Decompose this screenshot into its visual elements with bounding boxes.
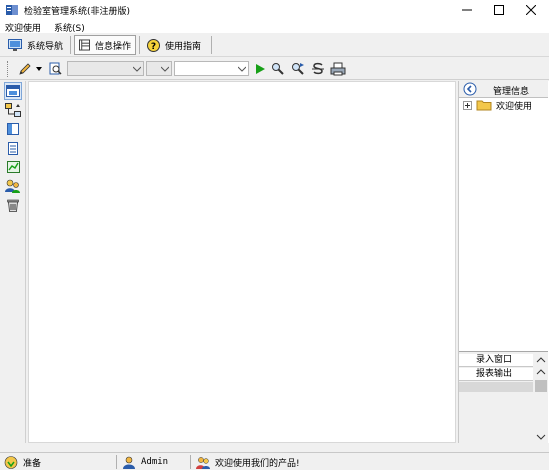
chevron-down-icon (238, 66, 246, 72)
chevron-up-icon[interactable] (534, 367, 548, 377)
tree-item-label: 欢迎使用 (496, 102, 533, 112)
chevron-up-icon[interactable] (534, 355, 548, 365)
panel-icon[interactable] (5, 121, 21, 137)
tab-label: 信息操作 (94, 41, 131, 52)
scrollbar[interactable] (534, 352, 548, 444)
user-icon (123, 456, 135, 469)
scroll-thumb[interactable] (535, 380, 547, 392)
chart-icon[interactable] (5, 159, 21, 175)
find-icon[interactable] (270, 61, 286, 77)
tab-system-navigation[interactable]: 系统导航 (4, 35, 67, 55)
trash-icon[interactable] (5, 197, 21, 213)
panel-title: 管理信息 (493, 87, 530, 97)
close-button[interactable] (516, 0, 546, 20)
toolbar-grip[interactable] (7, 61, 9, 77)
list-selection-bar (459, 382, 533, 392)
main-workspace[interactable] (28, 81, 456, 443)
tab-info-operation[interactable]: 信息操作 (74, 35, 136, 55)
collapse-panel-icon[interactable] (463, 82, 477, 96)
panel-shortcut-list: 录入窗口 报表输出 (459, 351, 548, 444)
status-ready: 准备 (4, 455, 41, 469)
title-bar: 检验室管理系统(非注册版) (0, 0, 549, 20)
find-next-icon[interactable] (290, 61, 306, 77)
diagram-icon[interactable] (5, 102, 21, 118)
divider (70, 36, 71, 54)
status-bar: 准备 Admin 欢迎使用我们的产品! (0, 452, 549, 470)
replace-icon[interactable] (310, 61, 326, 77)
divider (139, 36, 140, 54)
chevron-down-icon (133, 66, 141, 72)
toolbar-combo-3[interactable] (174, 61, 249, 76)
maximize-button[interactable] (484, 0, 514, 20)
toolbar-combo-2[interactable] (146, 61, 172, 76)
svg-text:?: ? (151, 42, 156, 52)
tab-user-guide[interactable]: ? 使用指南 (143, 35, 205, 55)
toolbar (0, 58, 549, 80)
status-message-text: 欢迎使用我们的产品! (215, 458, 300, 469)
window-title: 检验室管理系统(非注册版) (24, 7, 131, 17)
form-icon (79, 39, 90, 51)
status-message: 欢迎使用我们的产品! (196, 455, 300, 469)
expand-icon[interactable] (463, 101, 472, 110)
tab-label: 使用指南 (165, 41, 202, 52)
help-icon: ? (147, 38, 160, 52)
left-icon-strip (0, 81, 26, 443)
chevron-down-icon (161, 66, 169, 72)
maximize-icon (494, 5, 504, 15)
tab-label: 系统导航 (27, 41, 64, 52)
users-icon (196, 456, 210, 469)
panel-header: 管理信息 (459, 81, 548, 98)
dropdown-arrow-icon[interactable] (34, 61, 44, 77)
list-item-report-output[interactable]: 报表输出 (459, 368, 533, 381)
window-icon[interactable] (4, 82, 22, 100)
status-user: Admin (122, 455, 168, 469)
close-icon (526, 5, 536, 15)
minimize-button[interactable] (452, 0, 482, 20)
app-logo-icon (5, 3, 19, 17)
toolbar-combo-1[interactable] (67, 61, 144, 76)
divider (116, 455, 117, 469)
list-item-entry-window[interactable]: 录入窗口 (459, 354, 533, 367)
document-icon[interactable] (5, 140, 21, 156)
print-icon[interactable] (330, 61, 346, 77)
status-username: Admin (141, 457, 169, 467)
status-text: 准备 (23, 458, 42, 469)
ready-status-icon (4, 455, 18, 469)
monitor-icon (8, 39, 22, 51)
run-icon[interactable] (252, 61, 268, 77)
minimize-icon (462, 9, 472, 11)
chevron-down-icon[interactable] (534, 432, 548, 442)
nav-tab-bar: 系统导航 信息操作 ? 使用指南 (0, 33, 549, 57)
pencil-icon[interactable] (17, 61, 33, 77)
right-panel: 管理信息 欢迎使用 录入窗口 报表输出 (458, 81, 549, 444)
tree-item-welcome[interactable]: 欢迎使用 (463, 99, 532, 112)
folder-icon (476, 100, 492, 111)
divider (190, 455, 191, 469)
divider (211, 36, 212, 54)
users-icon[interactable] (5, 178, 21, 194)
menu-bar: 欢迎使用 系统(S) (0, 20, 549, 34)
search-page-icon[interactable] (48, 61, 64, 77)
